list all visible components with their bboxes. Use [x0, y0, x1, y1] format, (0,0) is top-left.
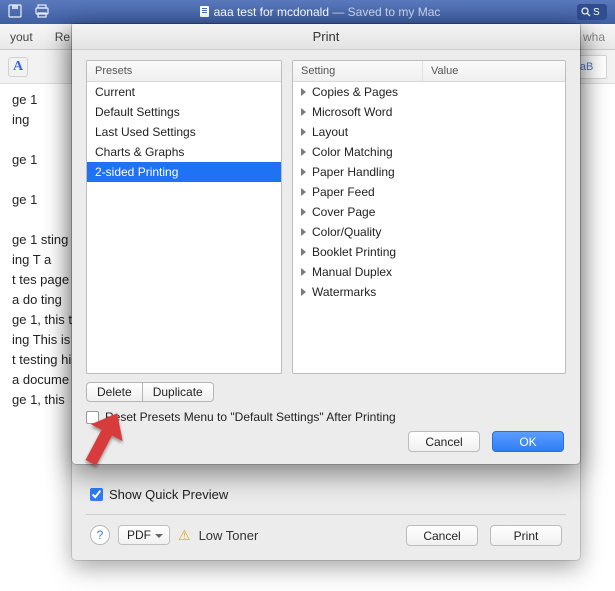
disclosure-triangle-icon [301, 188, 306, 196]
disclosure-triangle-icon [301, 148, 306, 156]
doc-status: — Saved to my Mac [332, 5, 440, 19]
disclosure-triangle-icon [301, 168, 306, 176]
tab-references[interactable]: Re [55, 30, 70, 44]
setting-item[interactable]: Copies & Pages [293, 82, 565, 102]
tab-layout[interactable]: yout [10, 30, 33, 44]
setting-item[interactable]: Color/Quality [293, 222, 565, 242]
setting-item[interactable]: Booklet Printing [293, 242, 565, 262]
disclosure-triangle-icon [301, 248, 306, 256]
presets-dialog: Print Presets CurrentDefault SettingsLas… [72, 24, 580, 464]
presets-cancel-button[interactable]: Cancel [408, 431, 480, 452]
settings-list[interactable]: Copies & PagesMicrosoft WordLayoutColor … [293, 82, 565, 302]
word-titlebar: aaa test for mcdonald — Saved to my Mac … [0, 0, 615, 24]
disclosure-triangle-icon [301, 208, 306, 216]
presets-ok-button[interactable]: OK [492, 431, 564, 452]
show-quick-preview-checkbox[interactable] [90, 488, 103, 501]
help-icon[interactable]: ? [90, 525, 110, 545]
settings-pane: Setting Value Copies & PagesMicrosoft Wo… [292, 60, 566, 374]
disclosure-triangle-icon [301, 268, 306, 276]
presets-pane: Presets CurrentDefault SettingsLast Used… [86, 60, 282, 374]
preset-item[interactable]: Default Settings [87, 102, 281, 122]
value-column-header: Value [423, 61, 466, 81]
show-quick-preview-label: Show Quick Preview [109, 487, 228, 502]
duplicate-preset-button[interactable]: Duplicate [143, 382, 214, 402]
document-title: aaa test for mcdonald — Saved to my Mac [62, 5, 577, 19]
presets-column-header: Presets [87, 61, 140, 81]
setting-column-header: Setting [293, 61, 423, 81]
disclosure-triangle-icon [301, 88, 306, 96]
save-icon[interactable] [8, 4, 22, 21]
print-sheet-cancel-button[interactable]: Cancel [406, 525, 478, 546]
setting-item[interactable]: Layout [293, 122, 565, 142]
print-icon[interactable] [34, 4, 50, 21]
preset-item[interactable]: 2-sided Printing [87, 162, 281, 182]
setting-item[interactable]: Cover Page [293, 202, 565, 222]
setting-item[interactable]: Paper Handling [293, 162, 565, 182]
warning-icon: ⚠ [178, 527, 191, 544]
reset-presets-checkbox[interactable] [86, 411, 99, 424]
setting-item[interactable]: Microsoft Word [293, 102, 565, 122]
presets-dialog-title: Print [72, 24, 580, 50]
font-style-icon[interactable]: A [8, 57, 28, 77]
presets-list[interactable]: CurrentDefault SettingsLast Used Setting… [87, 82, 281, 182]
setting-item[interactable]: Watermarks [293, 282, 565, 302]
low-toner-label: Low Toner [199, 528, 259, 543]
preset-item[interactable]: Last Used Settings [87, 122, 281, 142]
disclosure-triangle-icon [301, 228, 306, 236]
preset-item[interactable]: Charts & Graphs [87, 142, 281, 162]
setting-item[interactable]: Color Matching [293, 142, 565, 162]
setting-item[interactable]: Paper Feed [293, 182, 565, 202]
print-sheet-print-button[interactable]: Print [490, 525, 562, 546]
setting-item[interactable]: Manual Duplex [293, 262, 565, 282]
doc-name: aaa test for mcdonald [214, 5, 329, 19]
pdf-dropdown[interactable]: PDF [118, 525, 170, 545]
delete-preset-button[interactable]: Delete [86, 382, 143, 402]
disclosure-triangle-icon [301, 108, 306, 116]
disclosure-triangle-icon [301, 128, 306, 136]
disclosure-triangle-icon [301, 288, 306, 296]
preset-item[interactable]: Current [87, 82, 281, 102]
reset-presets-label: Reset Presets Menu to "Default Settings"… [105, 410, 396, 424]
titlebar-search[interactable]: S [577, 4, 607, 20]
